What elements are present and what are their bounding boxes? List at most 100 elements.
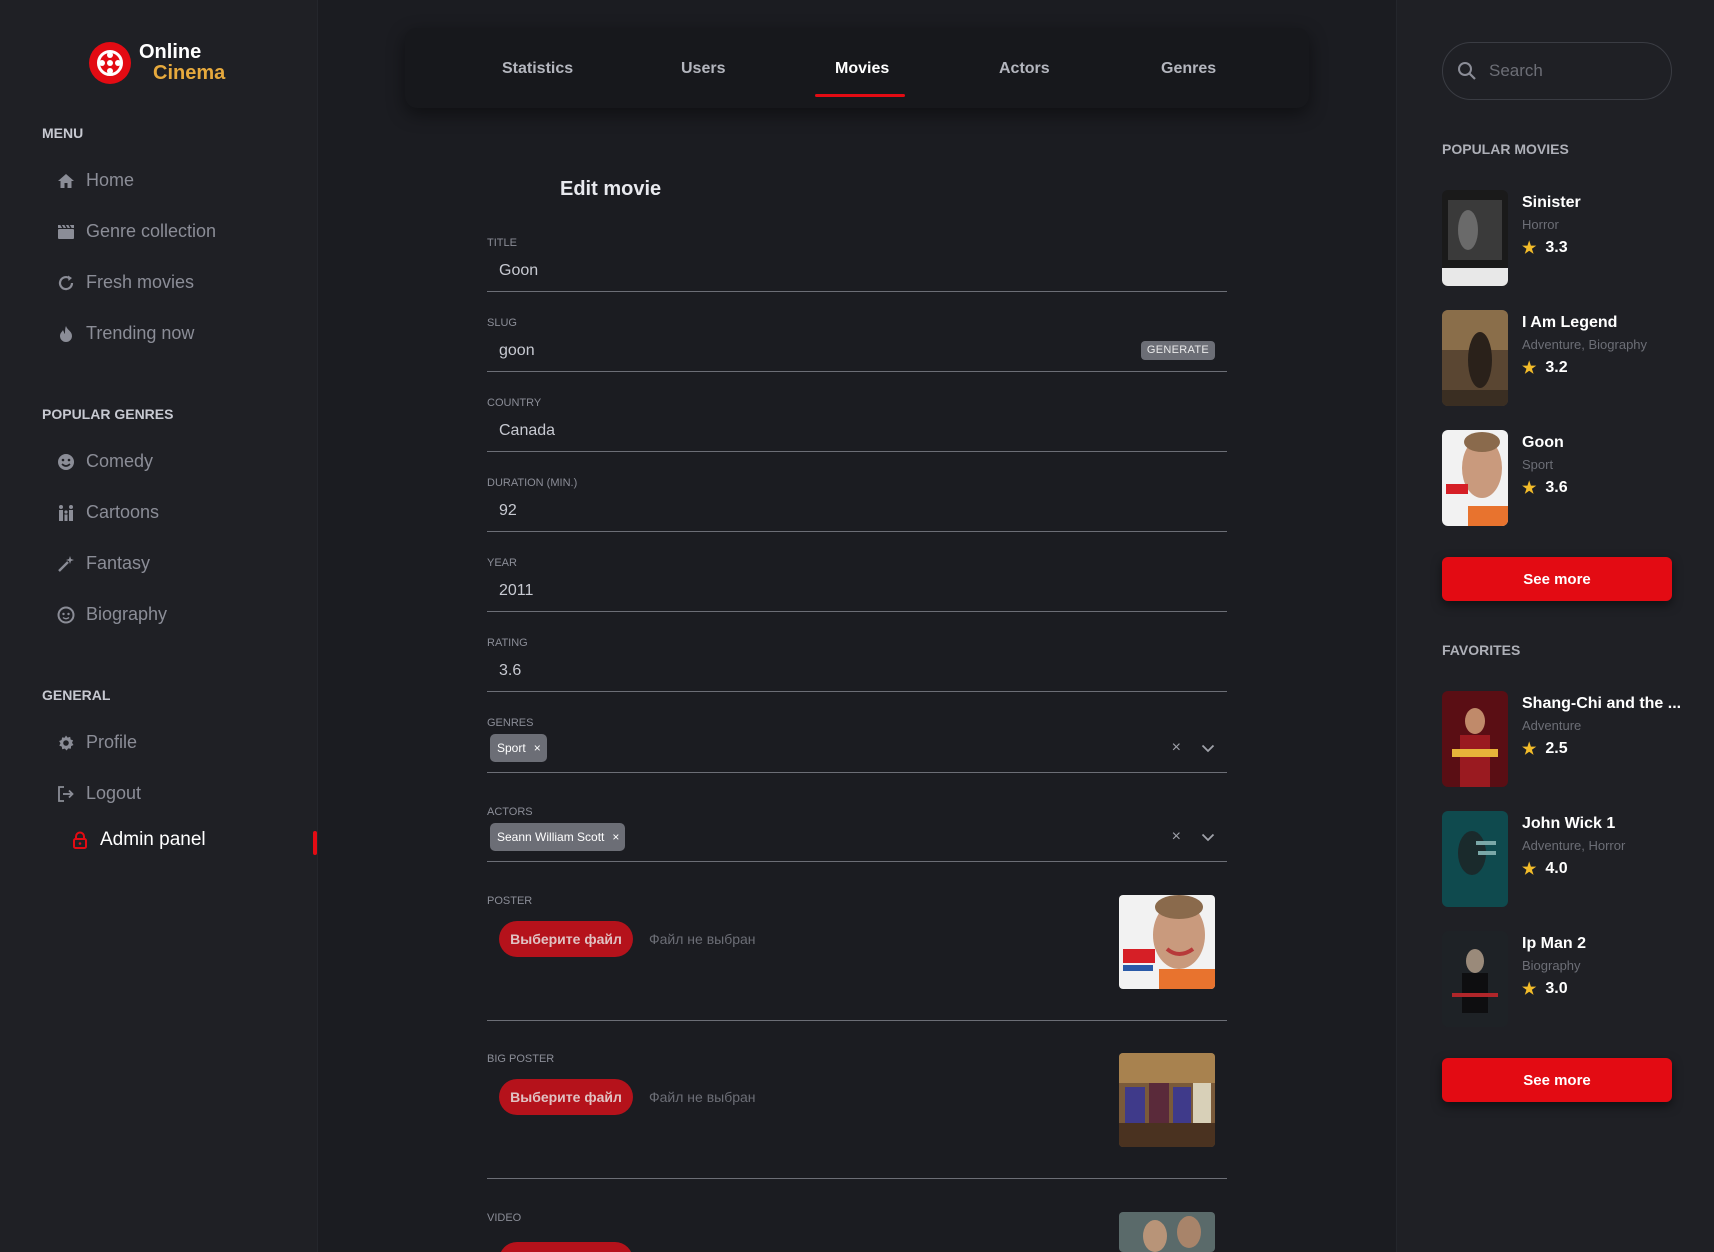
country-input[interactable]: Canada	[499, 422, 555, 440]
chip-label: Seann William Scott	[497, 830, 605, 844]
app-logo[interactable]: Online Cinema	[89, 42, 225, 84]
nav-label: Biography	[86, 604, 168, 624]
film-reel-icon	[89, 42, 131, 84]
nav-item-fantasy[interactable]: Fantasy	[56, 553, 150, 574]
see-more-popular-button[interactable]: See more	[1442, 557, 1672, 601]
nav-item-logout[interactable]: Logout	[56, 783, 141, 804]
generate-slug-button[interactable]: GENERATE	[1140, 341, 1215, 360]
logo-line1: Online	[139, 41, 202, 63]
genres-select[interactable]: GENRES Sport × ×	[487, 717, 1227, 773]
nav-item-fresh-movies[interactable]: Fresh movies	[56, 272, 194, 293]
country-field[interactable]: COUNTRY Canada	[487, 397, 1227, 452]
nav-label: Profile	[86, 732, 138, 752]
nav-item-cartoons[interactable]: Cartoons	[56, 502, 159, 523]
admin-tabs: Statistics Users Movies Actors Genres	[405, 28, 1309, 108]
chevron-down-icon[interactable]	[1201, 740, 1215, 757]
year-field[interactable]: YEAR 2011	[487, 557, 1227, 612]
movie-rating: ★ 3.0	[1522, 979, 1568, 999]
star-icon: ★	[1522, 981, 1537, 998]
family-icon	[56, 503, 76, 523]
smile-icon	[56, 452, 76, 472]
nav-item-genre-collection[interactable]: Genre collection	[56, 221, 216, 242]
popular-movie-item[interactable]: Goon Sport ★ 3.6	[1442, 430, 1682, 526]
rating-value: 4.0	[1545, 860, 1568, 877]
duration-input[interactable]: 92	[499, 502, 517, 520]
movie-title: I Am Legend	[1522, 314, 1618, 331]
logo-text: Online Cinema	[139, 42, 225, 84]
clear-icon[interactable]: ×	[1172, 739, 1181, 757]
movie-poster	[1442, 310, 1508, 406]
clear-icon[interactable]: ×	[1172, 828, 1181, 846]
logout-icon	[56, 784, 76, 804]
search-input[interactable]	[1489, 61, 1649, 81]
tab-movies[interactable]: Movies	[835, 60, 889, 78]
popular-movie-item[interactable]: I Am Legend Adventure, Biography ★ 3.2	[1442, 310, 1682, 406]
poster-preview	[1119, 895, 1215, 989]
video-upload: VIDEO	[487, 1212, 1227, 1252]
field-label: GENRES	[487, 717, 534, 729]
page-title: Edit movie	[560, 178, 662, 200]
duration-field[interactable]: DURATION (MIN.) 92	[487, 477, 1227, 532]
remove-chip-icon[interactable]: ×	[534, 741, 541, 755]
title-input[interactable]: Goon	[499, 262, 538, 280]
refresh-icon	[56, 273, 76, 293]
rating-field[interactable]: RATING 3.6	[487, 637, 1227, 692]
tab-statistics[interactable]: Statistics	[502, 60, 573, 78]
field-label: COUNTRY	[487, 397, 542, 409]
general-heading: GENERAL	[42, 687, 111, 703]
video-preview	[1119, 1212, 1215, 1252]
see-more-favorites-button[interactable]: See more	[1442, 1058, 1672, 1102]
favorite-movie-item[interactable]: John Wick 1 Adventure, Horror ★ 4.0	[1442, 811, 1682, 907]
nav-item-trending-now[interactable]: Trending now	[56, 323, 194, 344]
rating-input[interactable]: 3.6	[499, 662, 521, 680]
nav-item-biography[interactable]: Biography	[56, 604, 167, 625]
chip-label: Sport	[497, 741, 526, 755]
movie-genres: Adventure	[1522, 718, 1582, 733]
movie-poster	[1442, 811, 1508, 907]
favorite-movie-item[interactable]: Shang-Chi and the ... Adventure ★ 2.5	[1442, 691, 1682, 787]
tab-users[interactable]: Users	[681, 60, 725, 78]
search-icon	[1457, 61, 1477, 81]
nav-label: Home	[86, 170, 135, 190]
rating-value: 2.5	[1545, 740, 1568, 757]
favorites-heading: FAVORITES	[1442, 642, 1521, 658]
chevron-down-icon[interactable]	[1201, 829, 1215, 846]
star-icon: ★	[1522, 240, 1537, 257]
movie-title: Shang-Chi and the ...	[1522, 695, 1682, 712]
no-file-text: Файл не выбран	[649, 931, 756, 947]
slug-input[interactable]: goon	[499, 342, 535, 360]
year-input[interactable]: 2011	[499, 582, 533, 600]
choose-file-button[interactable]: Выберите файл	[499, 1079, 633, 1115]
movie-genres: Adventure, Biography	[1522, 337, 1648, 352]
tab-actors[interactable]: Actors	[999, 60, 1050, 78]
select-controls: ×	[1172, 828, 1215, 846]
nav-item-home[interactable]: Home	[56, 170, 134, 191]
nav-item-comedy[interactable]: Comedy	[56, 451, 153, 472]
clapperboard-icon	[56, 222, 76, 242]
nav-label: Fantasy	[86, 553, 151, 573]
field-label: VIDEO	[487, 1212, 522, 1224]
rating-value: 3.6	[1545, 479, 1568, 496]
movie-rating: ★ 3.2	[1522, 358, 1568, 378]
tab-genres[interactable]: Genres	[1161, 60, 1216, 78]
nav-item-admin-panel[interactable]: Admin panel	[70, 829, 206, 851]
nav-item-profile[interactable]: Profile	[56, 732, 137, 753]
title-field[interactable]: TITLE Goon	[487, 237, 1227, 292]
active-indicator	[313, 831, 317, 855]
popular-movie-item[interactable]: Sinister Horror ★ 3.3	[1442, 190, 1682, 286]
choose-file-button[interactable]: Выберите файл	[499, 921, 633, 957]
nav-label: Fresh movies	[86, 272, 195, 292]
favorite-movie-item[interactable]: Ip Man 2 Biography ★ 3.0	[1442, 931, 1682, 1027]
search-box[interactable]	[1442, 42, 1672, 100]
lock-icon	[70, 830, 90, 850]
rating-value: 3.3	[1545, 239, 1568, 256]
choose-video-button[interactable]	[499, 1242, 633, 1252]
actors-select[interactable]: ACTORS Seann William Scott × ×	[487, 806, 1227, 862]
actor-chip: Seann William Scott ×	[490, 823, 626, 851]
remove-chip-icon[interactable]: ×	[612, 830, 619, 844]
slug-field[interactable]: SLUG goon GENERATE	[487, 317, 1227, 372]
popular-movies-heading: POPULAR MOVIES	[1442, 141, 1569, 157]
movie-title: Sinister	[1522, 194, 1581, 211]
poster-upload: POSTER Выберите файл Файл не выбран	[487, 895, 1227, 1021]
star-icon: ★	[1522, 480, 1537, 497]
